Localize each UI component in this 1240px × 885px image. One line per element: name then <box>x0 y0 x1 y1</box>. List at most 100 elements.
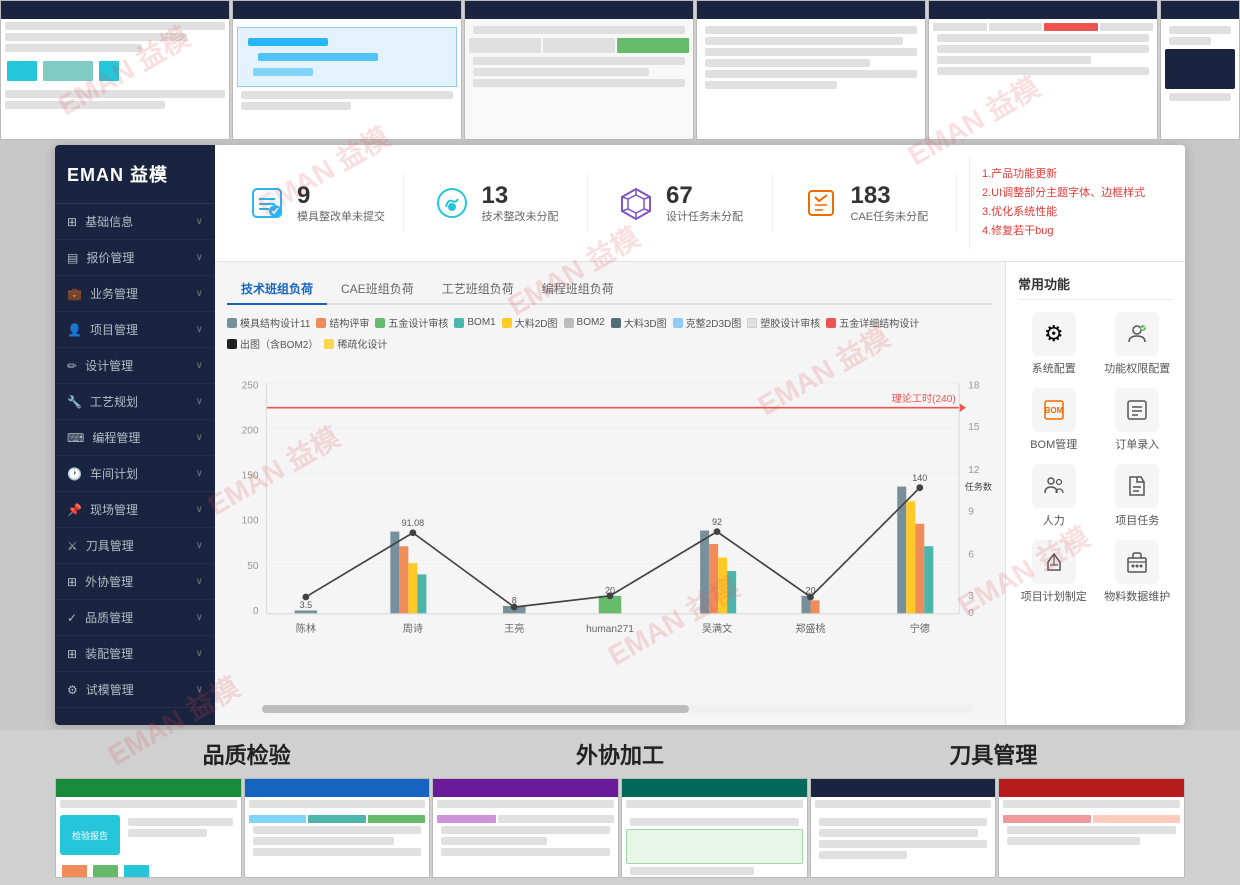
sidebar-item-baojia[interactable]: ▤ 报价管理 ∨ <box>55 240 215 276</box>
chart-scrollbar[interactable] <box>262 705 973 713</box>
scrollbar-thumb[interactable] <box>262 705 689 713</box>
top-screenshot-5 <box>928 0 1158 140</box>
jichuxxinxi-icon: ⊞ <box>67 215 77 229</box>
stat-label-0: 模具整改单未提交 <box>297 210 385 224</box>
svg-text:BOM: BOM <box>1044 406 1063 415</box>
stat-card-1[interactable]: 13 技术整改未分配 <box>416 174 589 232</box>
stat-number-3: 183 <box>851 182 929 210</box>
bottom-section: 品质检验 外协加工 刀具管理 检验报告 <box>0 730 1240 885</box>
qf-item-sysconfg[interactable]: ⚙ 系统配置 <box>1018 312 1090 376</box>
top-screenshot-1 <box>0 0 230 140</box>
svg-text:9: 9 <box>968 507 974 518</box>
top-screenshot-4 <box>696 0 926 140</box>
qf-item-bom[interactable]: BOM BOM管理 <box>1018 388 1090 452</box>
svg-text:王亮: 王亮 <box>504 622 524 635</box>
svg-text:3: 3 <box>968 591 974 602</box>
qf-label-0: 系统配置 <box>1032 360 1076 376</box>
sidebar-label-12: 装配管理 <box>85 645 133 662</box>
stat-icon-3 <box>801 183 841 223</box>
gongyi-icon: 🔧 <box>67 395 82 409</box>
top-screenshot-3 <box>464 0 694 140</box>
svg-text:91.08: 91.08 <box>402 518 425 528</box>
legend-label-6: 大料3D图 <box>624 315 667 330</box>
sidebar-label-10: 外协管理 <box>85 573 133 590</box>
qf-label-6: 项目计划制定 <box>1021 588 1087 604</box>
stat-card-3[interactable]: 183 CAE任务未分配 <box>785 174 958 232</box>
yewu-icon: 💼 <box>67 287 82 301</box>
qf-label-5: 项目任务 <box>1115 512 1159 528</box>
stat-info-3: 183 CAE任务未分配 <box>851 182 929 224</box>
sidebar-item-biancheng[interactable]: ⌨ 编程管理 ∨ <box>55 420 215 456</box>
sidebar-item-xiangmu[interactable]: 👤 项目管理 ∨ <box>55 312 215 348</box>
svg-text:3.5: 3.5 <box>300 600 313 610</box>
tab-2[interactable]: 工艺班组负荷 <box>428 274 528 305</box>
sidebar-item-yewu[interactable]: 💼 业务管理 ∨ <box>55 276 215 312</box>
svg-text:任务数: 任务数 <box>965 481 992 492</box>
sidebar-item-pinzhi[interactable]: ✓ 品质管理 ∨ <box>55 600 215 636</box>
top-screenshot-6 <box>1160 0 1240 140</box>
svg-text:0: 0 <box>253 606 259 617</box>
svg-text:human271: human271 <box>586 624 634 635</box>
qf-item-permission[interactable]: 功能权限配置 <box>1102 312 1174 376</box>
bom-icon: BOM <box>1032 388 1076 432</box>
qf-item-order[interactable]: 订单录入 <box>1102 388 1174 452</box>
tab-3[interactable]: 编程班组负荷 <box>528 274 628 305</box>
qf-item-material[interactable]: 物料数据维护 <box>1102 540 1174 604</box>
bottom-screenshot-5 <box>998 778 1185 878</box>
sidebar-item-daoju[interactable]: ⚔ 刀具管理 ∨ <box>55 528 215 564</box>
chart-svg: 250 200 150 100 50 0 18 15 12 9 6 3 0 <box>227 357 993 713</box>
legend-6: 大料3D图 <box>611 315 667 330</box>
sidebar-label-0: 基础信息 <box>85 213 133 230</box>
logo-text: EMAN 益模 <box>67 161 203 187</box>
bottom-screenshot-0: 检验报告 <box>55 778 242 878</box>
legend-0: 模具结构设计11 <box>227 315 310 330</box>
tabs-row: 技术班组负荷 CAE班组负荷 工艺班组负荷 编程班组负荷 <box>227 274 993 305</box>
sidebar-label-5: 工艺规划 <box>90 393 138 410</box>
sidebar-item-chejian[interactable]: 🕐 车间计划 ∨ <box>55 456 215 492</box>
stat-icon-1 <box>432 183 472 223</box>
bottom-screenshot-2 <box>432 778 619 878</box>
stat-card-0[interactable]: 9 模具整改单未提交 <box>231 174 404 232</box>
note-2: 3.优化系统性能 <box>982 203 1157 219</box>
task-icon <box>1115 464 1159 508</box>
sidebar-item-waixie[interactable]: ⊞ 外协管理 ∨ <box>55 564 215 600</box>
sidebar-item-gongyi[interactable]: 🔧 工艺规划 ∨ <box>55 384 215 420</box>
chart-legend: 模具结构设计11 结构评审 五金设计审核 BOM1 <box>227 315 993 351</box>
sidebar-item-xianchang[interactable]: 📌 现场管理 ∨ <box>55 492 215 528</box>
arrow-icon-12: ∨ <box>196 648 203 659</box>
tab-1[interactable]: CAE班组负荷 <box>327 274 428 305</box>
sidebar-logo: EMAN 益模 <box>55 145 215 204</box>
qf-item-project-plan[interactable]: 项目计划制定 <box>1018 540 1090 604</box>
sheji-icon: ✏ <box>67 359 77 373</box>
sidebar-item-zhuangpei[interactable]: ⊞ 装配管理 ∨ <box>55 636 215 672</box>
arrow-icon-3: ∨ <box>196 324 203 335</box>
sidebar-label-4: 设计管理 <box>85 357 133 374</box>
legend-1: 结构评审 <box>316 315 369 330</box>
daoju-icon: ⚔ <box>67 539 78 553</box>
qf-item-manpower[interactable]: 人力 <box>1018 464 1090 528</box>
legend-label-4: 大料2D图 <box>515 315 558 330</box>
arrow-icon-7: ∨ <box>196 468 203 479</box>
tab-0[interactable]: 技术班组负荷 <box>227 274 327 305</box>
qf-label-2: BOM管理 <box>1030 436 1077 452</box>
legend-10: 出图（含BOM2） <box>227 336 318 351</box>
svg-text:140: 140 <box>912 473 927 483</box>
sidebar-item-shimo[interactable]: ⚙ 试模管理 ∨ <box>55 672 215 708</box>
svg-text:200: 200 <box>242 426 259 437</box>
stat-card-2[interactable]: 67 设计任务未分配 <box>600 174 773 232</box>
sidebar-item-sheji[interactable]: ✏ 设计管理 ∨ <box>55 348 215 384</box>
sidebar-item-jichuxxinxi[interactable]: ⊞ 基础信息 ∨ <box>55 204 215 240</box>
qf-item-task[interactable]: 项目任务 <box>1102 464 1174 528</box>
bottom-title-0: 品质检验 <box>203 738 291 770</box>
waixie-icon: ⊞ <box>67 575 77 589</box>
order-icon <box>1115 388 1159 432</box>
svg-text:宁德: 宁德 <box>910 622 930 635</box>
stat-number-1: 13 <box>482 182 559 210</box>
sidebar-label-8: 现场管理 <box>90 501 138 518</box>
arrow-icon-6: ∨ <box>196 432 203 443</box>
stat-info-2: 67 设计任务未分配 <box>666 182 743 224</box>
qf-title: 常用功能 <box>1018 274 1173 300</box>
chejian-icon: 🕐 <box>67 467 82 481</box>
sidebar-menu[interactable]: ⊞ 基础信息 ∨ ▤ 报价管理 ∨ 💼 业务管理 ∨ <box>55 204 215 725</box>
biancheng-icon: ⌨ <box>67 431 84 445</box>
